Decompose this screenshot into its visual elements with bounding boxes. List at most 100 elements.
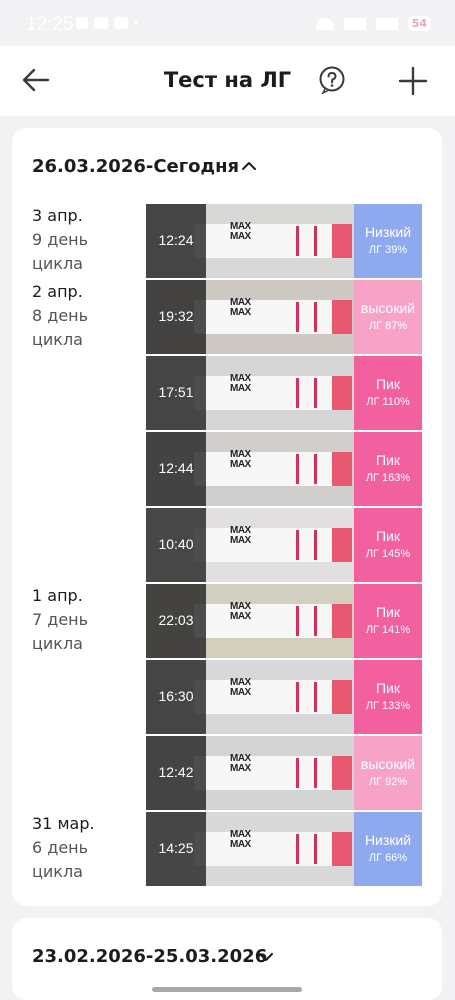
test-time: 12:24 — [158, 232, 194, 248]
test-strip-row[interactable]: MAX MAX 10:40 Пик ЛГ 145% — [146, 508, 422, 582]
gallery-icon — [76, 17, 88, 29]
strip-tip — [332, 832, 352, 866]
strip-tip — [332, 376, 352, 410]
test-strip-row[interactable]: MAX MAX 22:03 Пик ЛГ 141% — [146, 584, 422, 658]
signal-icon — [343, 17, 366, 30]
period-card-current: 26.03.2026-Сегодня 3 апр. 9 день цикла 2… — [12, 128, 442, 906]
day-cycle: 6 день — [32, 838, 89, 857]
test-time: 12:42 — [158, 764, 194, 780]
strip-line — [314, 226, 317, 256]
strip-max-marking: MAX MAX — [230, 297, 251, 318]
strip-line — [296, 378, 299, 408]
day-date: 1 апр. — [32, 586, 83, 605]
test-strip-image — [194, 756, 352, 790]
strip-line — [296, 682, 299, 712]
strip-tip — [332, 756, 352, 790]
strip-max-marking: MAX MAX — [230, 753, 251, 774]
strip-tip — [332, 300, 352, 334]
chevron-up-icon[interactable] — [241, 160, 257, 172]
strip-line — [296, 606, 299, 636]
strip-line — [296, 530, 299, 560]
result-badge: Пик ЛГ 163% — [354, 432, 422, 506]
strip-line — [314, 302, 317, 332]
strip-line — [314, 758, 317, 788]
result-level: Пик — [375, 528, 400, 544]
test-strip-image — [194, 376, 352, 410]
strip-max-marking: MAX MAX — [230, 601, 251, 622]
chevron-down-icon[interactable] — [258, 951, 274, 963]
result-lh-percent: ЛГ 145% — [365, 548, 411, 560]
test-time: 19:32 — [158, 308, 194, 324]
result-level: Низкий — [364, 832, 412, 848]
signal-2-icon — [375, 17, 398, 30]
strip-tip — [332, 680, 352, 714]
strip-tip — [332, 452, 352, 486]
test-strip-image — [194, 224, 352, 258]
result-lh-percent: ЛГ 66% — [368, 852, 408, 864]
test-strip-image — [194, 604, 352, 638]
wifi-icon — [315, 17, 334, 30]
day-date: 31 мар. — [32, 814, 95, 833]
page-title: Тест на ЛГ — [163, 68, 292, 92]
result-lh-percent: ЛГ 141% — [365, 624, 411, 636]
dot-icon — [134, 21, 138, 25]
home-indicator — [152, 987, 302, 992]
strip-max-marking: MAX MAX — [230, 525, 251, 546]
strip-line — [314, 606, 317, 636]
result-level: высокий — [360, 300, 416, 316]
test-time: 16:30 — [158, 688, 194, 704]
strip-line — [296, 454, 299, 484]
strip-line — [314, 682, 317, 712]
test-strip-row[interactable]: MAX MAX 17:51 Пик ЛГ 110% — [146, 356, 422, 430]
question-circle-icon[interactable] — [318, 66, 346, 94]
strip-line — [296, 226, 299, 256]
test-strip-row[interactable]: MAX MAX 19:32 высокий ЛГ 87% — [146, 280, 422, 354]
period-title[interactable]: 23.02.2026-25.03.2026 — [32, 946, 267, 967]
test-strip-row[interactable]: MAX MAX 14:25 Низкий ЛГ 66% — [146, 812, 422, 886]
result-badge: Пик ЛГ 133% — [354, 660, 422, 734]
day-cycle-word: цикла — [32, 862, 83, 881]
test-strip-image — [194, 528, 352, 562]
day-label: 2 апр. 8 день цикла — [32, 280, 88, 352]
chat-icon — [114, 17, 128, 29]
app-header: Тест на ЛГ — [0, 46, 455, 116]
day-cycle: 7 день — [32, 610, 89, 629]
test-strip-image — [194, 680, 352, 714]
period-title[interactable]: 26.03.2026-Сегодня — [32, 156, 239, 177]
day-label: 3 апр. 9 день цикла — [32, 204, 88, 276]
result-badge: Пик ЛГ 110% — [354, 356, 422, 430]
test-strip-row[interactable]: MAX MAX 12:24 Низкий ЛГ 39% — [146, 204, 422, 278]
battery-icon: 54 — [407, 16, 431, 31]
strip-line — [314, 834, 317, 864]
test-strip-row[interactable]: MAX MAX 12:42 высокий ЛГ 92% — [146, 736, 422, 810]
day-cycle: 8 день — [32, 306, 89, 325]
result-lh-percent: ЛГ 163% — [365, 472, 411, 484]
result-level: Пик — [375, 604, 400, 620]
result-lh-percent: ЛГ 92% — [368, 776, 408, 788]
plus-icon[interactable] — [398, 66, 428, 96]
test-strip-image — [194, 832, 352, 866]
strip-line — [314, 378, 317, 408]
strip-line — [296, 834, 299, 864]
result-lh-percent: ЛГ 110% — [366, 396, 410, 408]
status-bar: 12:25 54 — [0, 0, 455, 46]
test-strip-row[interactable]: MAX MAX 16:30 Пик ЛГ 133% — [146, 660, 422, 734]
strip-line — [296, 302, 299, 332]
result-badge: Низкий ЛГ 66% — [354, 812, 422, 886]
strip-max-marking: MAX MAX — [230, 677, 251, 698]
mi-icon — [94, 17, 108, 29]
day-date: 2 апр. — [32, 282, 83, 301]
result-level: Пик — [375, 376, 400, 392]
day-cycle-word: цикла — [32, 634, 83, 653]
result-badge: высокий ЛГ 87% — [354, 280, 422, 354]
result-lh-percent: ЛГ 87% — [368, 320, 408, 332]
test-time: 17:51 — [158, 384, 194, 400]
test-strip-row[interactable]: MAX MAX 12:44 Пик ЛГ 163% — [146, 432, 422, 506]
strip-tip — [332, 604, 352, 638]
strip-line — [296, 758, 299, 788]
result-level: Пик — [375, 680, 400, 696]
result-level: Пик — [375, 452, 400, 468]
day-cycle-word: цикла — [32, 330, 83, 349]
test-strip-image — [194, 452, 352, 486]
test-time: 22:03 — [158, 612, 194, 628]
